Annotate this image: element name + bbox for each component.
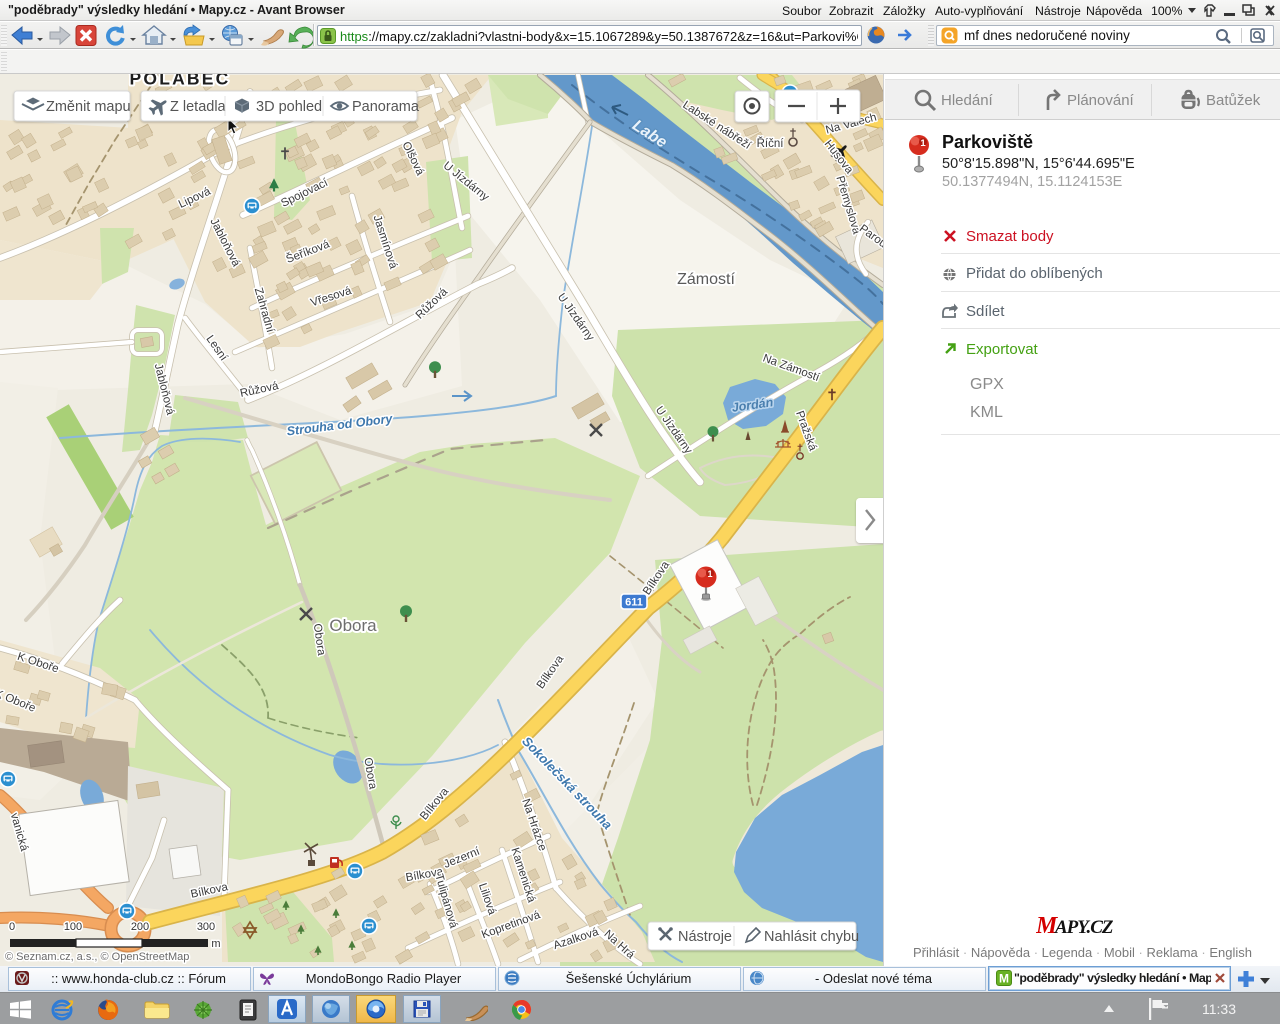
svg-text:Obora: Obora xyxy=(329,616,377,635)
svg-text:m: m xyxy=(211,938,220,950)
svg-text:611: 611 xyxy=(625,597,643,609)
svg-text:Říční: Říční xyxy=(757,137,785,150)
svg-text:Panorama: Panorama xyxy=(352,99,420,115)
svg-text:APY.CZ: APY.CZ xyxy=(1054,917,1114,938)
svg-text:1: 1 xyxy=(920,138,926,149)
svg-text:300: 300 xyxy=(197,921,215,933)
svg-text:Z letadla: Z letadla xyxy=(170,99,227,115)
svg-text:Změnit mapu: Změnit mapu xyxy=(46,99,131,115)
svg-text:1: 1 xyxy=(707,569,712,579)
svg-text:POLABEC: POLABEC xyxy=(130,74,231,89)
svg-text:0: 0 xyxy=(9,921,15,933)
svg-text:100: 100 xyxy=(64,921,82,933)
svg-text:3D pohled: 3D pohled xyxy=(256,99,322,115)
svg-text:200: 200 xyxy=(131,921,149,933)
svg-text:M: M xyxy=(999,972,1009,986)
svg-text:Nahlásit chybu: Nahlásit chybu xyxy=(764,929,859,945)
svg-text:Zámostí: Zámostí xyxy=(677,271,735,288)
svg-text:Nástroje: Nástroje xyxy=(678,929,732,945)
svg-text:© Seznam.cz, a.s., © OpenStree: © Seznam.cz, a.s., © OpenStreetMap xyxy=(5,951,189,963)
